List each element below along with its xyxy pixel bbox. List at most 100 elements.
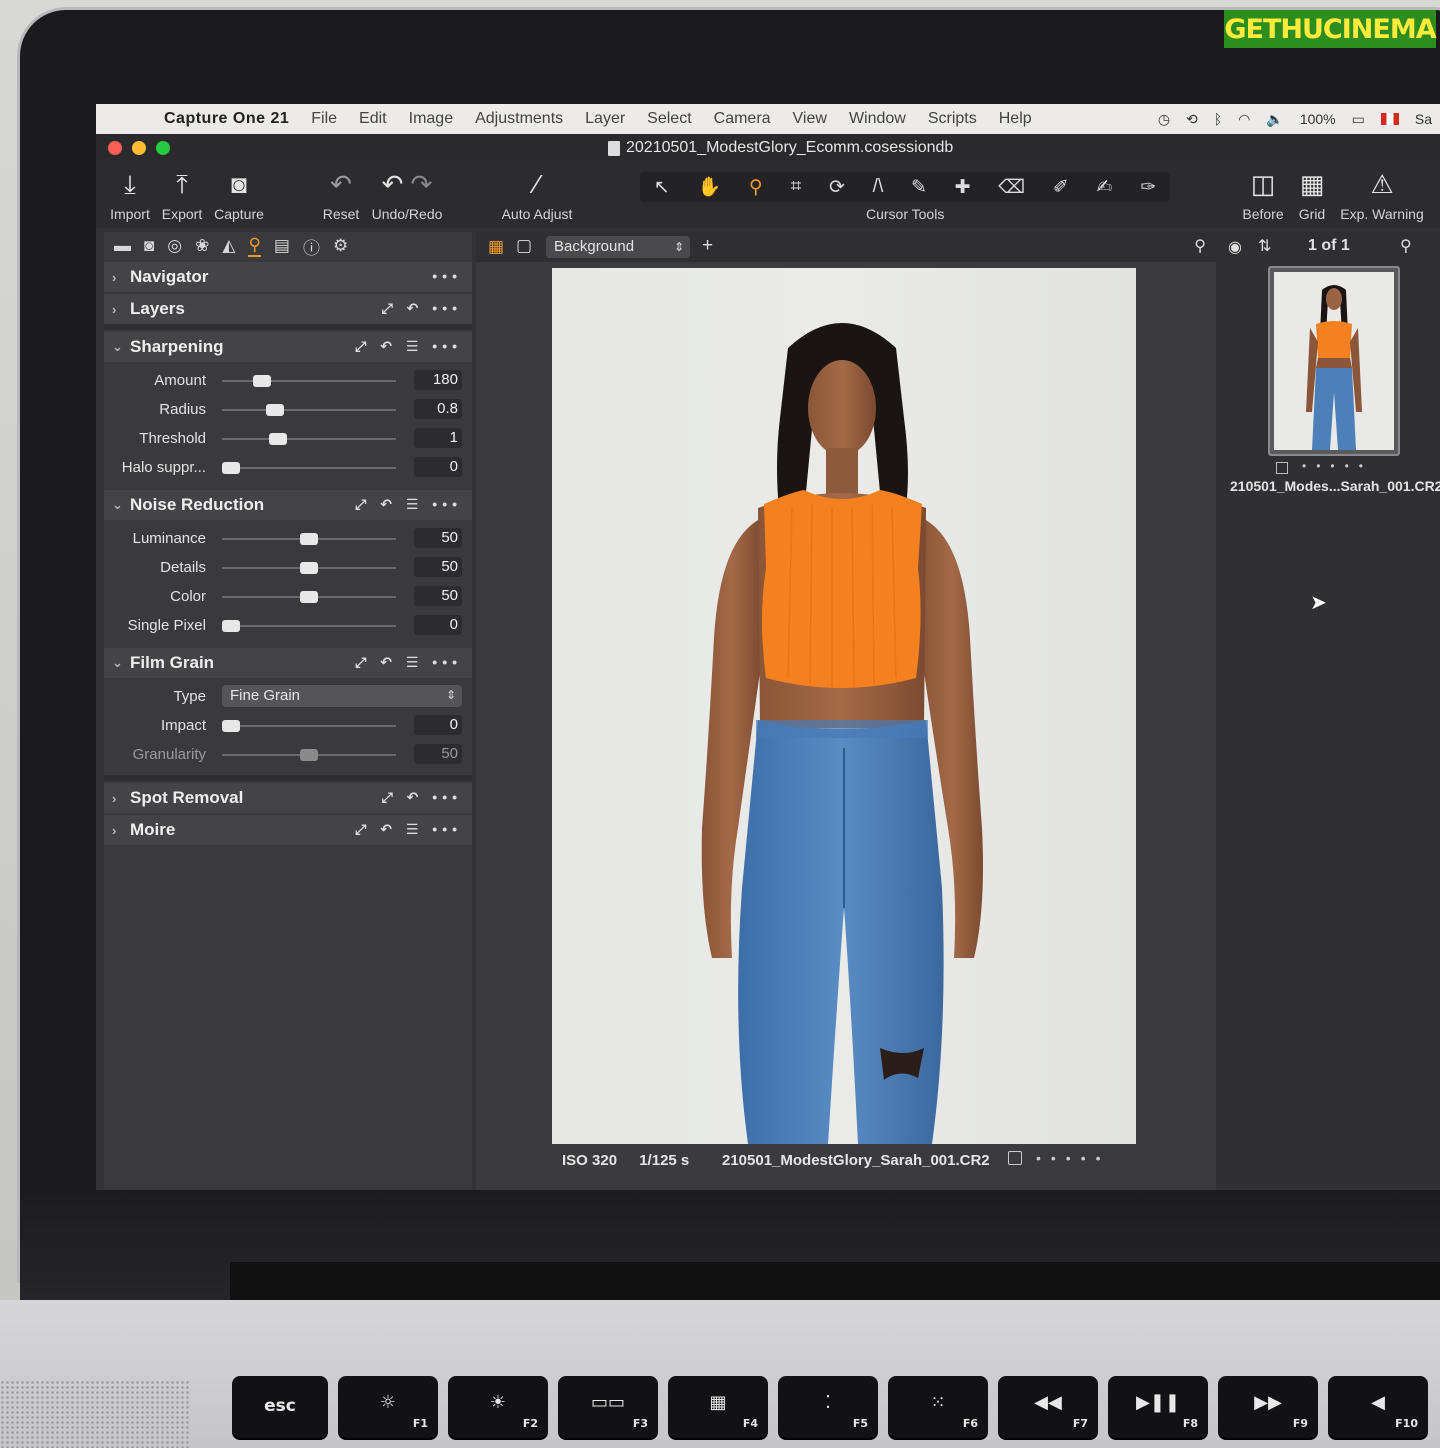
star-rating[interactable]: ••••• [1036, 1150, 1111, 1166]
undo-redo-button[interactable]: ↶ ↷ Undo/Redo [370, 168, 444, 222]
wifi-icon[interactable]: ◠ [1238, 111, 1250, 128]
layer-select[interactable]: Background ⇕ [546, 236, 690, 258]
sharpening-slider-knob[interactable] [268, 433, 287, 445]
thumbnail[interactable] [1268, 266, 1400, 456]
menu-select[interactable]: Select [647, 110, 691, 128]
brush-icon[interactable]: ✎ [911, 176, 927, 199]
function-key-f5[interactable]: ⁚ F5 [778, 1376, 878, 1438]
metadata-tab-icon[interactable]: ⓘ [303, 234, 320, 259]
noise-reduction-tool-actions[interactable]: ⤢ ↶ ☰ ••• [355, 496, 462, 513]
user-menu[interactable]: Sa [1415, 111, 1432, 127]
eye-icon[interactable]: ◉ [1228, 237, 1242, 257]
sharpening-slider[interactable] [222, 438, 396, 440]
menu-layer[interactable]: Layer [585, 110, 625, 128]
menu-image[interactable]: Image [409, 110, 453, 128]
sharpening-value[interactable]: 0 [414, 457, 462, 477]
spot-removal-tool-header[interactable]: › Spot Removal ⤢ ↶ ••• [104, 783, 472, 813]
sharpening-value[interactable]: 0.8 [414, 399, 462, 419]
sharpening-slider[interactable] [222, 380, 396, 382]
noise-reduction-value[interactable]: 0 [414, 615, 462, 635]
function-key-f1[interactable]: ☼ F1 [338, 1376, 438, 1438]
library-tab-icon[interactable]: ▬ [114, 236, 131, 256]
photo-preview[interactable] [552, 268, 1136, 1144]
more-options-icon[interactable]: ••• [432, 268, 462, 284]
noise-reduction-slider-knob[interactable] [300, 562, 318, 574]
film-grain-impact-slider[interactable] [222, 725, 396, 727]
volume-icon[interactable]: 🔈 [1266, 111, 1283, 128]
menu-edit[interactable]: Edit [359, 110, 387, 128]
noise-reduction-value[interactable]: 50 [414, 528, 462, 548]
zoom-icon[interactable]: ⚲ [1194, 236, 1206, 256]
input-source-flag-icon[interactable] [1380, 113, 1399, 125]
select-cursor-icon[interactable]: ↖ [654, 176, 670, 199]
menu-adjustments[interactable]: Adjustments [475, 110, 563, 128]
sharpening-tool-header[interactable]: ⌄ Sharpening ⤢ ↶ ☰ ••• [104, 332, 472, 362]
noise-reduction-tool-header[interactable]: ⌄ Noise Reduction ⤢ ↶ ☰ ••• [104, 490, 472, 520]
eraser-icon[interactable]: ⌫ [998, 176, 1025, 199]
battery-percent[interactable]: 100% [1300, 111, 1336, 127]
menu-window[interactable]: Window [849, 110, 906, 128]
sharpening-tool-actions[interactable]: ⤢ ↶ ☰ ••• [355, 338, 462, 355]
multi-view-icon[interactable]: ▦ [488, 237, 504, 257]
menu-camera[interactable]: Camera [714, 110, 771, 128]
add-layer-icon[interactable]: + [702, 235, 713, 257]
capture-tab-icon[interactable]: ◙ [144, 236, 154, 256]
annotate-icon[interactable]: ✍ [1097, 176, 1113, 199]
bluetooth-icon[interactable]: ᛒ [1214, 111, 1222, 127]
exposure-warning-button[interactable]: ⚠ Exp. Warning [1340, 168, 1424, 222]
lens-tab-icon[interactable]: ◎ [167, 236, 182, 256]
auto-adjust-button[interactable]: ⁄ Auto Adjust [498, 168, 576, 222]
close-window-button[interactable] [108, 141, 122, 155]
layers-tool-header[interactable]: › Layers ⤢ ↶ ••• [104, 294, 472, 324]
thumbnail-rating[interactable]: ••••• [1302, 459, 1373, 473]
before-button[interactable]: ◫ Before [1240, 168, 1286, 222]
app-menu[interactable]: Capture One 21 [164, 110, 289, 128]
film-grain-tool-header[interactable]: ⌄ Film Grain ⤢ ↶ ☰ ••• [104, 648, 472, 678]
minimize-window-button[interactable] [132, 141, 146, 155]
zoom-window-button[interactable] [156, 141, 170, 155]
export-button[interactable]: ⤒ Export [160, 168, 204, 222]
zoom-cursor-icon[interactable]: ⚲ [749, 176, 763, 199]
pen-icon[interactable]: ✑ [1140, 176, 1156, 199]
reset-button[interactable]: ↶ Reset [320, 168, 362, 222]
function-key-f7[interactable]: ◀◀ F7 [998, 1376, 1098, 1438]
sharpening-slider-knob[interactable] [222, 462, 240, 474]
menu-view[interactable]: View [793, 110, 827, 128]
menu-help[interactable]: Help [999, 110, 1032, 128]
select-checkbox[interactable] [1008, 1151, 1022, 1165]
noise-reduction-value[interactable]: 50 [414, 586, 462, 606]
details-tab-icon[interactable]: ⚲ [248, 235, 261, 257]
film-grain-type-select[interactable]: Fine Grain ⇕ [222, 685, 462, 707]
noise-reduction-value[interactable]: 50 [414, 557, 462, 577]
function-key-f9[interactable]: ▶▶ F9 [1218, 1376, 1318, 1438]
function-key-f2[interactable]: ☀ F2 [448, 1376, 548, 1438]
clock-icon[interactable]: ◷ [1158, 111, 1170, 128]
noise-reduction-slider-knob[interactable] [300, 591, 318, 603]
color-tab-icon[interactable]: ❀ [195, 236, 209, 256]
menu-file[interactable]: File [311, 110, 337, 128]
function-key-f4[interactable]: ▦ F4 [668, 1376, 768, 1438]
rotate-icon[interactable]: ⟳ [829, 176, 845, 199]
adjustments-tab-icon[interactable]: ▤ [274, 236, 290, 256]
keystone-icon[interactable]: /\ [873, 176, 884, 198]
film-grain-impact-knob[interactable] [222, 720, 240, 732]
function-key-f8[interactable]: ▶❚❚ F8 [1108, 1376, 1208, 1438]
noise-reduction-slider-knob[interactable] [222, 620, 240, 632]
function-key-f3[interactable]: ▭▭ F3 [558, 1376, 658, 1438]
single-view-icon[interactable]: ▢ [516, 236, 532, 256]
esc-key[interactable]: esc [232, 1376, 328, 1438]
healing-icon[interactable]: ✚ [955, 176, 971, 199]
function-key-f6[interactable]: ⁙ F6 [888, 1376, 988, 1438]
capture-button[interactable]: ◙ Capture [212, 168, 266, 222]
thumbnail-checkbox[interactable] [1276, 462, 1288, 474]
import-button[interactable]: ⤓ Import [108, 168, 152, 222]
function-key-f10[interactable]: ◀ F10 [1328, 1376, 1428, 1438]
spot-removal-tool-actions[interactable]: ⤢ ↶ ••• [382, 789, 462, 806]
moire-tool-actions[interactable]: ⤢ ↶ ☰ ••• [355, 821, 462, 838]
sharpening-slider[interactable] [222, 467, 396, 469]
color-picker-icon[interactable]: ✐ [1053, 176, 1069, 199]
sort-icon[interactable]: ⇅ [1258, 236, 1271, 256]
noise-reduction-slider-knob[interactable] [300, 533, 318, 545]
film-grain-tool-actions[interactable]: ⤢ ↶ ☰ ••• [355, 654, 462, 671]
sharpening-value[interactable]: 180 [414, 370, 462, 390]
